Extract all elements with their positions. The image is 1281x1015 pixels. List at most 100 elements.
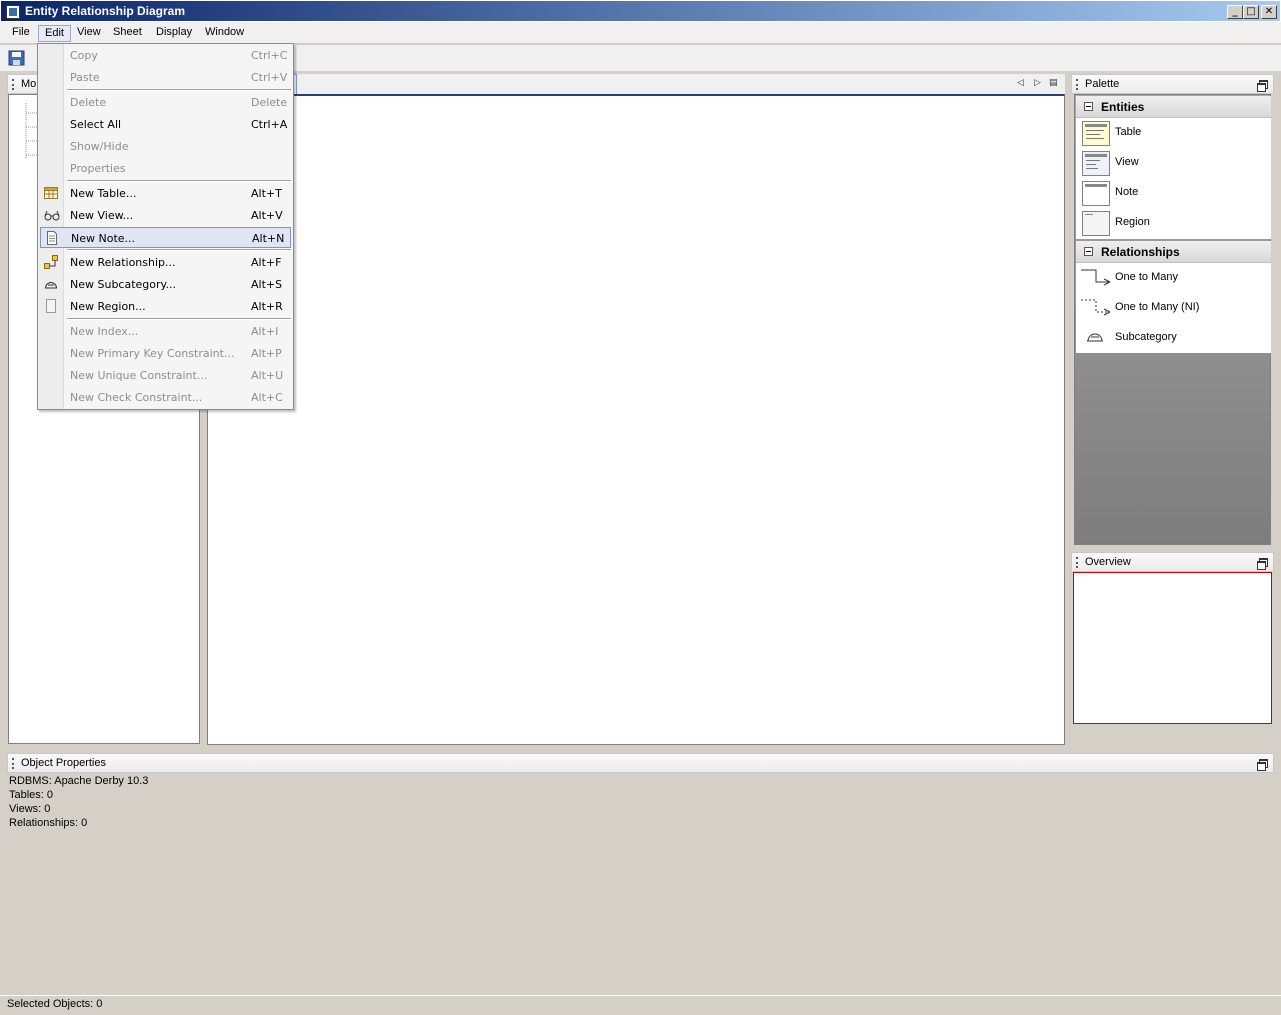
grip-icon[interactable]: [1076, 79, 1078, 90]
palette-group-label: Relationships: [1101, 245, 1180, 259]
grip-icon[interactable]: [12, 758, 14, 769]
minimize-button[interactable]: _: [1227, 5, 1243, 19]
object-properties-title: Object Properties: [21, 757, 106, 769]
note-icon: [1082, 181, 1110, 206]
grip-icon[interactable]: [1076, 557, 1078, 568]
menu-item-label: New View...: [70, 209, 134, 222]
menu-item-copy[interactable]: Copy Ctrl+C: [40, 45, 291, 66]
close-button[interactable]: ✕: [1261, 5, 1277, 19]
palette-item-subcategory[interactable]: Subcategory: [1076, 323, 1271, 353]
palette-entities-list: Table View Note Region: [1076, 118, 1271, 239]
menu-item-label: Copy: [70, 49, 98, 62]
menu-item-shortcut: Alt+R: [251, 300, 283, 313]
property-relationships: Relationships: 0: [9, 817, 88, 829]
menu-item-new-index[interactable]: New Index... Alt+I: [40, 321, 291, 342]
menu-item-shortcut: Alt+N: [252, 232, 285, 245]
menu-item-label: Delete: [70, 96, 107, 109]
menu-item-shortcut: Delete: [251, 96, 288, 109]
edit-menu-dropdown: Copy Ctrl+C Paste Ctrl+V Delete Delete S…: [37, 43, 294, 410]
menu-file[interactable]: File: [6, 25, 36, 42]
palette-item-label: View: [1115, 156, 1139, 168]
menu-item-shortcut: Alt+V: [251, 209, 283, 222]
menu-view[interactable]: View: [71, 25, 107, 42]
menu-edit[interactable]: Edit: [38, 25, 71, 42]
menu-item-new-relationship[interactable]: New Relationship... Alt+F: [40, 252, 291, 273]
sheet-area: ◁ ▷ ▤: [207, 74, 1065, 745]
tab-list-icon[interactable]: ▤: [1049, 78, 1058, 88]
menu-sheet[interactable]: Sheet: [107, 25, 148, 42]
restore-icon[interactable]: [1257, 558, 1268, 570]
property-views: Views: 0: [9, 803, 51, 815]
sheet-tab-strip: ◁ ▷ ▤: [207, 74, 1065, 94]
menu-item-new-table[interactable]: New Table... Alt+T: [40, 183, 291, 204]
palette-panel: Palette Entities Table View Note Region …: [1071, 74, 1274, 545]
subcategory-icon: [45, 282, 57, 289]
overview-viewport[interactable]: [1073, 572, 1272, 724]
title-bar: Entity Relationship Diagram _ □ ✕: [0, 0, 1281, 22]
object-properties-panel: Object Properties RDBMS: Apache Derby 10…: [7, 753, 1274, 993]
overview-header: Overview: [1071, 552, 1274, 572]
object-properties-body: RDBMS: Apache Derby 10.3 Tables: 0 Views…: [7, 773, 1274, 993]
palette-item-region[interactable]: Region: [1076, 208, 1271, 238]
save-icon[interactable]: [8, 50, 26, 66]
menu-item-new-primary-key[interactable]: New Primary Key Constraint... Alt+P: [40, 343, 291, 364]
menu-item-label: New Table...: [70, 187, 137, 200]
menu-item-show-hide[interactable]: Show/Hide: [40, 136, 291, 157]
palette-item-table[interactable]: Table: [1076, 118, 1271, 148]
palette-item-one-to-many[interactable]: One to Many: [1076, 263, 1271, 293]
palette-group-entities[interactable]: Entities: [1076, 96, 1271, 118]
menu-item-new-check-constraint[interactable]: New Check Constraint... Alt+C: [40, 387, 291, 408]
menu-item-label: New Region...: [70, 300, 146, 313]
grip-icon[interactable]: [12, 79, 14, 90]
menu-item-label: New Check Constraint...: [70, 391, 203, 404]
note-icon: [47, 231, 57, 245]
palette-item-label: Note: [1115, 186, 1139, 198]
property-tables: Tables: 0: [9, 789, 54, 801]
menu-item-shortcut: Ctrl+A: [251, 118, 288, 131]
object-properties-header: Object Properties: [7, 753, 1274, 773]
menu-item-properties[interactable]: Properties: [40, 158, 291, 179]
menu-item-new-view[interactable]: New View... Alt+V: [40, 205, 291, 226]
menu-item-label: New Relationship...: [70, 256, 176, 269]
menu-item-new-note[interactable]: New Note... Alt+N: [40, 227, 291, 248]
maximize-button[interactable]: □: [1243, 5, 1259, 19]
menu-item-new-unique-constraint[interactable]: New Unique Constraint... Alt+U: [40, 365, 291, 386]
palette-item-view[interactable]: View: [1076, 148, 1271, 178]
diagram-canvas[interactable]: [207, 94, 1065, 745]
app-icon: [6, 5, 20, 19]
palette-title: Palette: [1085, 78, 1120, 90]
menu-item-new-region[interactable]: New Region... Alt+R: [40, 296, 291, 317]
collapse-icon[interactable]: [1084, 102, 1093, 111]
tab-prev-icon[interactable]: ◁: [1017, 78, 1024, 88]
menu-item-new-subcategory[interactable]: New Subcategory... Alt+S: [40, 274, 291, 295]
menu-item-paste[interactable]: Paste Ctrl+V: [40, 67, 291, 88]
palette-item-note[interactable]: Note: [1076, 178, 1271, 208]
palette-group-relationships[interactable]: Relationships: [1076, 241, 1271, 263]
menu-window[interactable]: Window: [199, 25, 250, 42]
menu-separator: [67, 249, 291, 251]
tab-next-icon[interactable]: ▷: [1034, 78, 1041, 88]
window-title: Entity Relationship Diagram: [25, 4, 186, 18]
view-icon: [1082, 151, 1110, 176]
model-panel-title: Mo: [21, 78, 37, 90]
collapse-icon[interactable]: [1084, 247, 1093, 256]
menu-item-shortcut: Ctrl+V: [251, 71, 288, 84]
menu-item-delete[interactable]: Delete Delete: [40, 92, 291, 113]
subcategory-icon: [1087, 333, 1103, 342]
palette-item-one-to-many-ni[interactable]: One to Many (NI): [1076, 293, 1271, 323]
menu-item-select-all[interactable]: Select All Ctrl+A: [40, 114, 291, 135]
region-icon: [46, 299, 56, 313]
palette-item-label: Region: [1115, 216, 1150, 228]
palette-item-label: Subcategory: [1115, 331, 1177, 343]
menu-display[interactable]: Display: [150, 25, 198, 42]
menu-item-shortcut: Alt+U: [251, 369, 284, 382]
menu-item-label: Properties: [70, 162, 126, 175]
palette-body: Entities Table View Note Region Relation…: [1074, 94, 1271, 545]
menu-item-shortcut: Alt+P: [251, 347, 282, 360]
menu-item-label: Show/Hide: [70, 140, 129, 153]
menu-item-shortcut: Alt+T: [251, 187, 282, 200]
status-text: Selected Objects: 0: [7, 998, 103, 1010]
menu-separator: [67, 318, 291, 320]
restore-icon[interactable]: [1257, 759, 1268, 771]
restore-icon[interactable]: [1257, 80, 1268, 92]
